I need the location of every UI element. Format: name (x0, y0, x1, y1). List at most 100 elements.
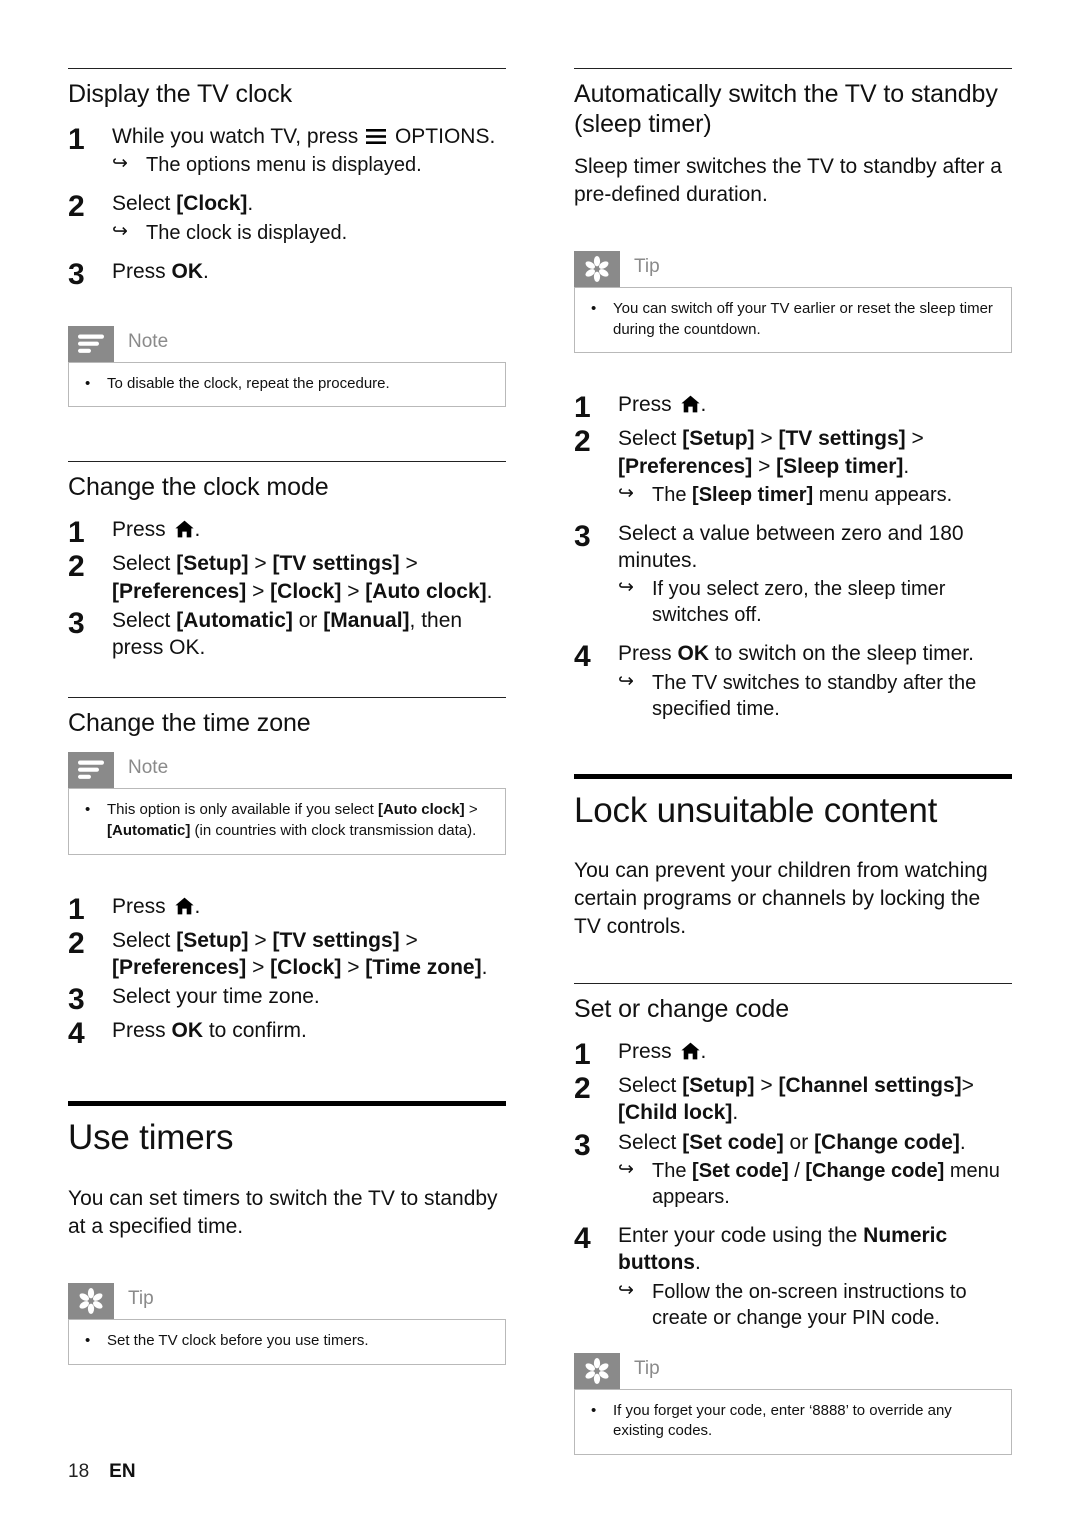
note-lines-icon (68, 752, 114, 789)
step-number: 2 (574, 425, 591, 459)
step-text: Press . (618, 391, 1012, 418)
step-text: Select [Setup] > [TV settings] > [Prefer… (112, 552, 493, 603)
page-number: 18 (68, 1461, 90, 1482)
step-result: ↪ The TV switches to standby after the sp… (618, 670, 1012, 722)
step-text-before: Press (112, 518, 172, 542)
step-text-after: OPTIONS. (389, 125, 496, 148)
step-item: 1 Press . (574, 391, 1012, 423)
step-number: 1 (574, 1038, 591, 1072)
result-text: If you select zero, the sleep timer swit… (652, 578, 946, 627)
tip-asterisk-glyph (585, 1357, 609, 1384)
callout-header: Note (68, 325, 506, 362)
step-body: Select your time zone. (112, 983, 506, 1010)
step-text: Press OK. (112, 259, 209, 283)
step-text: Select your time zone. (112, 985, 320, 1009)
steps-change-clock-mode: 1 Press . 2 Select [Setup] > [TV setting… (68, 516, 506, 661)
step-result: ↪ Follow the on-screen instructions to cr… (618, 1279, 1012, 1331)
step-body: Select a value between zero and 180 minu… (618, 520, 1012, 629)
note-item-text: To disable the clock, repeat the procedu… (107, 374, 390, 392)
step-body: Press . (618, 391, 1012, 418)
note-box: • This option is only available if you s… (68, 788, 506, 855)
heading-display-tv-clock: Display the TV clock (68, 80, 293, 108)
step-item: 3 Select your time zone. (68, 983, 506, 1015)
step-text: Select [Automatic] or [Manual], then pre… (112, 608, 463, 660)
step-item: 2 Select [Setup] > [TV settings] > [Pref… (574, 425, 1012, 508)
bullet-icon: • (85, 1331, 91, 1349)
step-text: Press OK to confirm. (112, 1019, 307, 1043)
step-text: Select a value between zero and 180 minu… (618, 521, 964, 573)
step-text: Select [Clock]. (112, 192, 254, 216)
heading-change-time-zone: Change the time zone (68, 709, 311, 738)
intro-lock-unsuitable-content: You can prevent your children from watch… (574, 859, 988, 939)
step-item: 2 Select [Setup] > [Channel settings]>[C… (574, 1072, 1012, 1127)
step-item: 3 Press OK. (68, 258, 506, 290)
heading-lock-unsuitable-content: Lock unsuitable content (574, 790, 938, 830)
step-number: 2 (68, 550, 85, 584)
note-lines-icon (68, 325, 114, 362)
two-column-layout: Display the TV clock 1 While you watch T… (68, 68, 1012, 1459)
tip-item: • Set the TV clock before you use timers… (85, 1331, 489, 1352)
note-callout: Note • To disable the clock, repeat the … (68, 325, 506, 408)
options-menu-icon (366, 129, 387, 144)
callout-header: Tip (574, 1352, 1012, 1389)
section-rule-major (68, 1101, 506, 1107)
home-icon (174, 897, 194, 915)
steps-change-time-zone: 1 Press . 2 Select [Setup] > [TV setting… (68, 893, 506, 1050)
note-lines-glyph (78, 760, 104, 780)
step-number: 3 (574, 1128, 591, 1162)
step-item: 1 While you watch TV, press OPTIONS. ↪ Th… (68, 123, 506, 178)
step-text-before: Press (618, 393, 678, 417)
step-result: ↪ If you select zero, the sleep timer swi… (618, 576, 1012, 628)
step-text-before: Press (112, 894, 172, 918)
step-text: Enter your code using the Numeric button… (618, 1223, 948, 1275)
tip-callout: Tip • Set the TV clock before you use ti… (68, 1282, 506, 1365)
note-label: Note (128, 330, 169, 352)
intro-use-timers: You can set timers to switch the TV to s… (68, 1187, 498, 1238)
section-use-timers: Use timers You can set timers to switch … (68, 1101, 506, 1365)
step-body: Select [Automatic] or [Manual], then pre… (112, 607, 506, 662)
tip-box: • You can switch off your TV earlier or … (574, 286, 1012, 354)
bullet-icon: • (591, 1401, 597, 1419)
tip-label: Tip (128, 1287, 154, 1309)
step-text: Press OK to switch on the sleep timer. (618, 642, 974, 666)
note-item: • This option is only available if you s… (85, 800, 489, 841)
heading-sleep-timer: Automatically switch the TV to standby (… (574, 80, 998, 138)
section-rule (68, 461, 506, 463)
note-label: Note (128, 757, 169, 779)
step-body: Enter your code using the Numeric button… (618, 1222, 1012, 1331)
tip-asterisk-glyph (79, 1287, 103, 1314)
note-callout: Note • This option is only available if … (68, 752, 506, 855)
result-arrow-icon: ↪ (618, 1279, 634, 1301)
home-icon (680, 1042, 700, 1060)
steps-sleep-timer: 1 Press . 2 Select [Setup] > [TV setting… (574, 391, 1012, 721)
step-text-after: . (194, 518, 201, 542)
result-text: The [Set code] / [Change code] menu appe… (652, 1159, 1000, 1208)
step-text: Select [Set code] or [Change code]. (618, 1130, 966, 1154)
step-text-after: . (194, 894, 201, 918)
step-number: 3 (574, 519, 591, 553)
callout-header: Tip (68, 1282, 506, 1319)
step-number: 2 (68, 190, 85, 224)
step-number: 2 (68, 926, 85, 960)
step-result: ↪ The [Sleep timer] menu appears. (618, 482, 1012, 508)
step-item: 3 Select [Set code] or [Change code]. ↪ T… (574, 1129, 1012, 1210)
section-rule (68, 68, 506, 69)
result-text: Follow the on-screen instructions to cre… (652, 1280, 967, 1329)
step-text-before: Press (618, 1040, 678, 1064)
step-body: Select [Clock]. ↪ The clock is displayed. (112, 190, 506, 245)
step-number: 3 (68, 257, 85, 291)
result-arrow-icon: ↪ (618, 1158, 634, 1180)
step-body: Press . (112, 893, 506, 920)
callout-header: Tip (574, 250, 1012, 287)
heading-change-clock-mode: Change the clock mode (68, 473, 329, 502)
callout-header: Note (68, 752, 506, 789)
result-text: The [Sleep timer] menu appears. (652, 483, 953, 506)
tip-asterisk-glyph (585, 255, 609, 282)
step-body: Select [Setup] > [TV settings] > [Prefer… (618, 425, 1012, 508)
steps-display-tv-clock: 1 While you watch TV, press OPTIONS. ↪ Th… (68, 123, 506, 290)
section-display-tv-clock: Display the TV clock 1 While you watch T… (68, 68, 506, 408)
step-number: 4 (574, 1221, 591, 1255)
step-number: 1 (68, 892, 85, 926)
step-number: 1 (68, 516, 85, 550)
step-number: 4 (574, 640, 591, 674)
